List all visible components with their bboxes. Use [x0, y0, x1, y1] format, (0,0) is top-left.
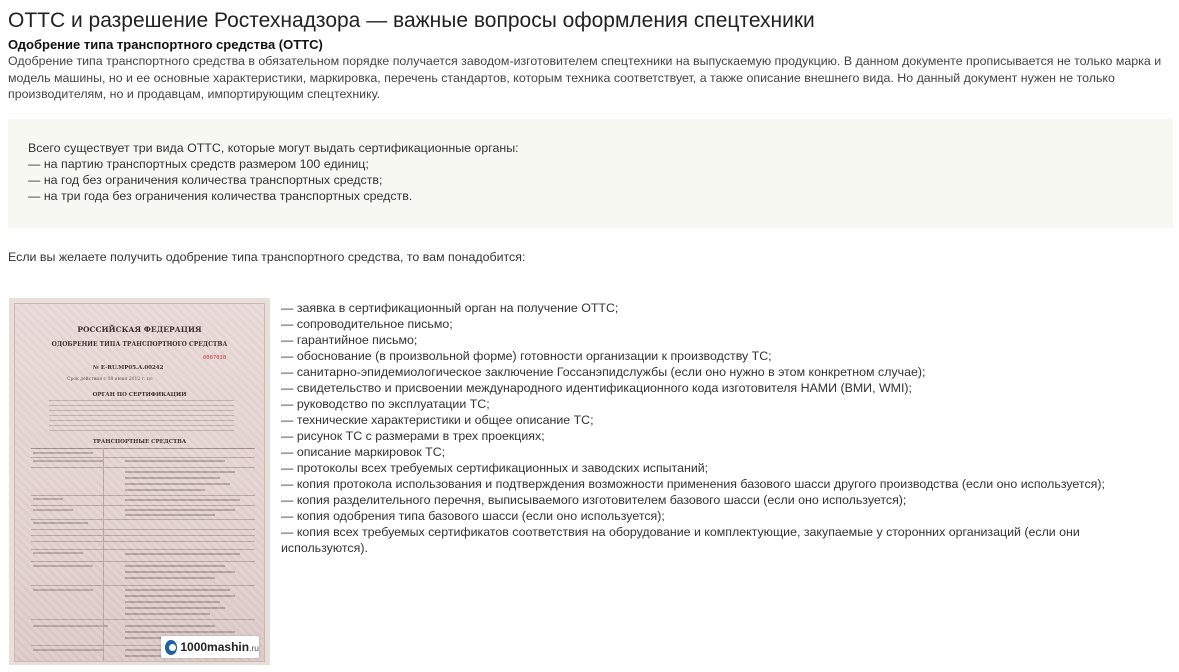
- doc-number: № Е-RU.МР05.А.00242: [93, 365, 164, 371]
- list-item: — копия одобрения типа базового шасси (е…: [281, 509, 665, 523]
- doc-table-divider: [103, 448, 104, 661]
- ottc-document-image: РОССИЙСКАЯ ФЕДЕРАЦИЯ ОДОБРЕНИЕ ТИПА ТРАН…: [9, 298, 270, 665]
- document-sheet: РОССИЙСКАЯ ФЕДЕРАЦИЯ ОДОБРЕНИЕ ТИПА ТРАН…: [14, 303, 265, 662]
- watermark-text: 1000mashin.ru: [180, 640, 259, 654]
- list-item: — рисунок ТС с размерами в трех проекция…: [281, 429, 545, 443]
- doc-section: ТРАНСПОРТНЫЕ СРЕДСТВА: [92, 439, 187, 445]
- list-item: — обоснование (в произвольной форме) гот…: [281, 349, 772, 363]
- doc-organ: ОРГАН ПО СЕРТИФИКАЦИИ: [92, 392, 187, 398]
- list-item: — технические характеристики и общее опи…: [281, 413, 594, 427]
- requirements-intro: Если вы желаете получить одобрение типа …: [8, 250, 526, 264]
- list-item: — заявка в сертификационный орган на пол…: [281, 301, 619, 315]
- doc-serial: 0007038: [203, 355, 227, 361]
- list-item: — протоколы всех требуемых сертификацион…: [281, 461, 709, 475]
- list-item: — свидетельство и присвоении международн…: [281, 381, 912, 395]
- watermark-logo: 1000mashin.ru: [161, 636, 259, 658]
- section-heading: Одобрение типа транспортного средства (О…: [8, 37, 323, 52]
- note-lead: Всего существует три вида ОТТС, которые …: [28, 141, 519, 155]
- doc-term: Срок действия с 08 июня 2012 г. по: [67, 377, 153, 382]
- list-item: — копия протокола использования и подтве…: [281, 477, 1105, 491]
- ottc-types-note: Всего существует три вида ОТТС, которые …: [8, 119, 1173, 228]
- list-item: — сопроводительное письмо;: [281, 317, 453, 331]
- list-item: — описание маркировок ТС;: [281, 445, 446, 459]
- note-item: — на год без ограничения количества тран…: [28, 173, 383, 187]
- doc-country: РОССИЙСКАЯ ФЕДЕРАЦИЯ: [77, 325, 202, 334]
- requirements-list: — заявка в сертификационный орган на пол…: [281, 300, 1171, 556]
- list-item: — копия разделительного перечня, выписыв…: [281, 493, 907, 507]
- intro-paragraph: Одобрение типа транспортного средства в …: [8, 54, 1162, 101]
- list-item: — руководство по эксплуатации ТС;: [281, 397, 490, 411]
- list-item: — санитарно-эпидемиологическое заключени…: [281, 365, 926, 379]
- note-item: — на три года без ограничения количества…: [28, 189, 413, 203]
- list-item: — гарантийное письмо;: [281, 333, 418, 347]
- note-item: — на партию транспортных средств размеро…: [28, 157, 369, 171]
- doc-table: [31, 448, 255, 661]
- doc-fine-print: [49, 400, 234, 432]
- page-title: ОТТС и разрешение Ростехнадзора — важные…: [8, 9, 815, 32]
- doc-type: ОДОБРЕНИЕ ТИПА ТРАНСПОРТНОГО СРЕДСТВА: [51, 341, 228, 348]
- list-item: — копия всех требуемых сертификатов соот…: [281, 525, 1080, 555]
- watermark-icon: [165, 639, 178, 655]
